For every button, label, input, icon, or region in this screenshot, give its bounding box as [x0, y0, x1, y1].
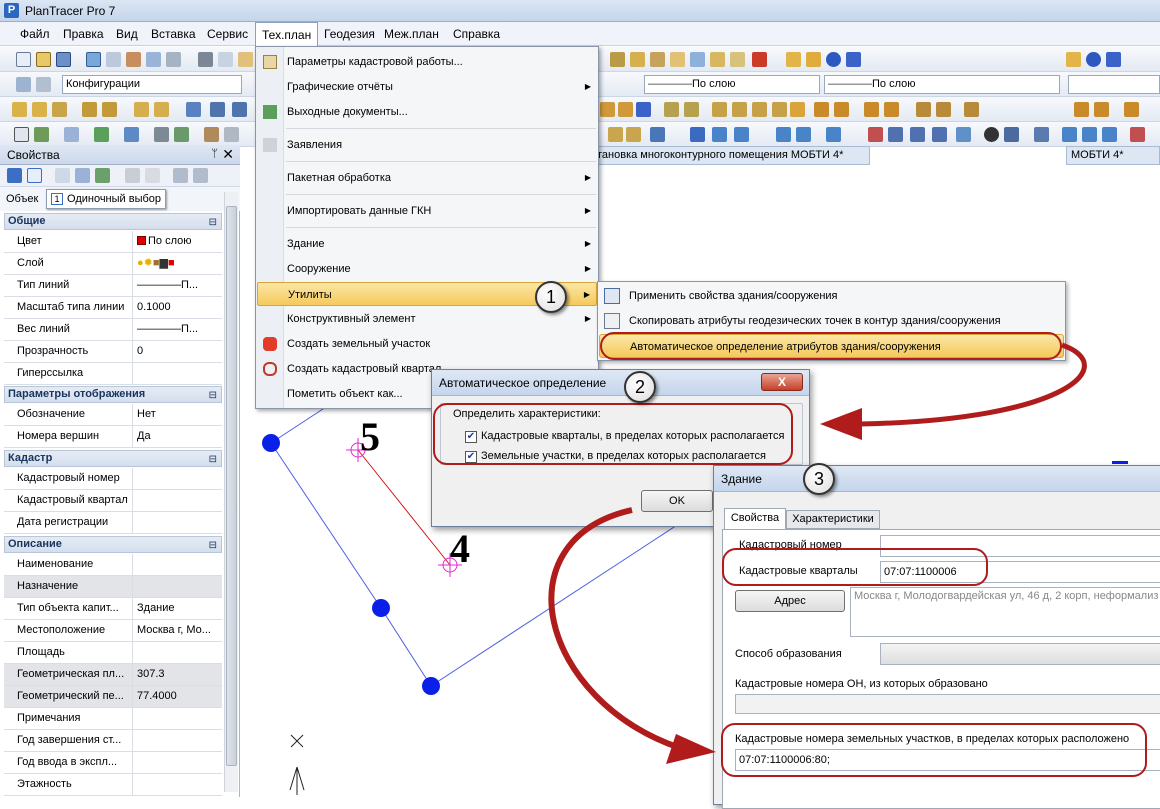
callout-1: 1 — [535, 281, 567, 313]
arrow-head-2 — [666, 734, 716, 764]
callout-2: 2 — [624, 371, 656, 403]
callout-3: 3 — [803, 463, 835, 495]
callout-arrows — [548, 342, 1087, 764]
arrow-head-1 — [820, 408, 862, 440]
